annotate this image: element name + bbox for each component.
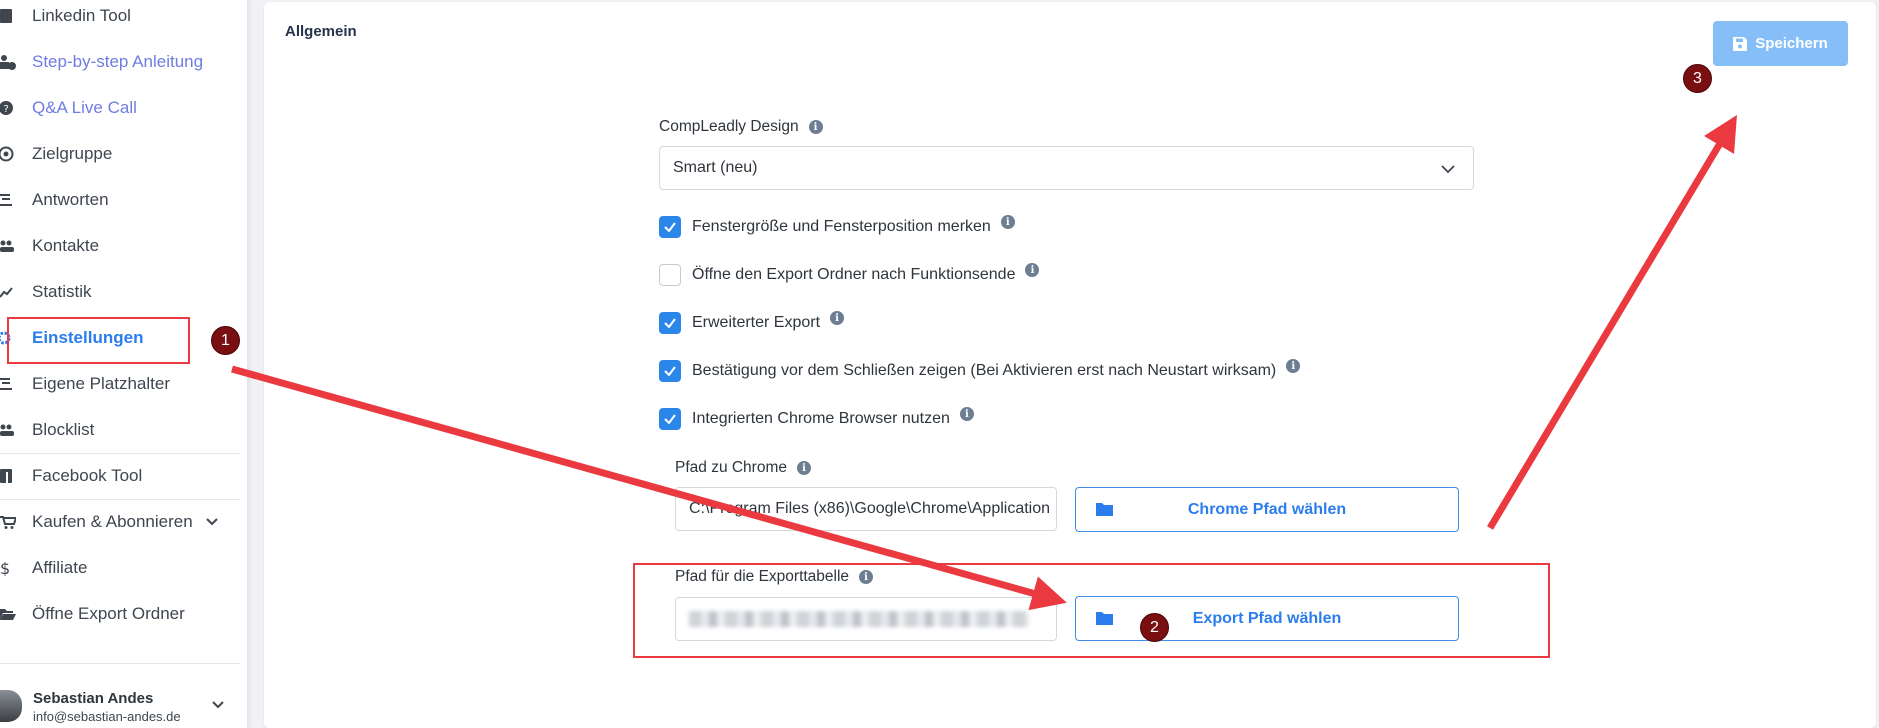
annotation-arrows [231, 114, 1737, 611]
arrow-to-export-button [231, 365, 1067, 611]
annotation-badge-1: 1 [211, 326, 240, 355]
annotation-badge-3: 3 [1683, 64, 1712, 93]
arrow-to-save-button [1486, 114, 1737, 530]
annotation-badge-2: 2 [1140, 613, 1169, 642]
